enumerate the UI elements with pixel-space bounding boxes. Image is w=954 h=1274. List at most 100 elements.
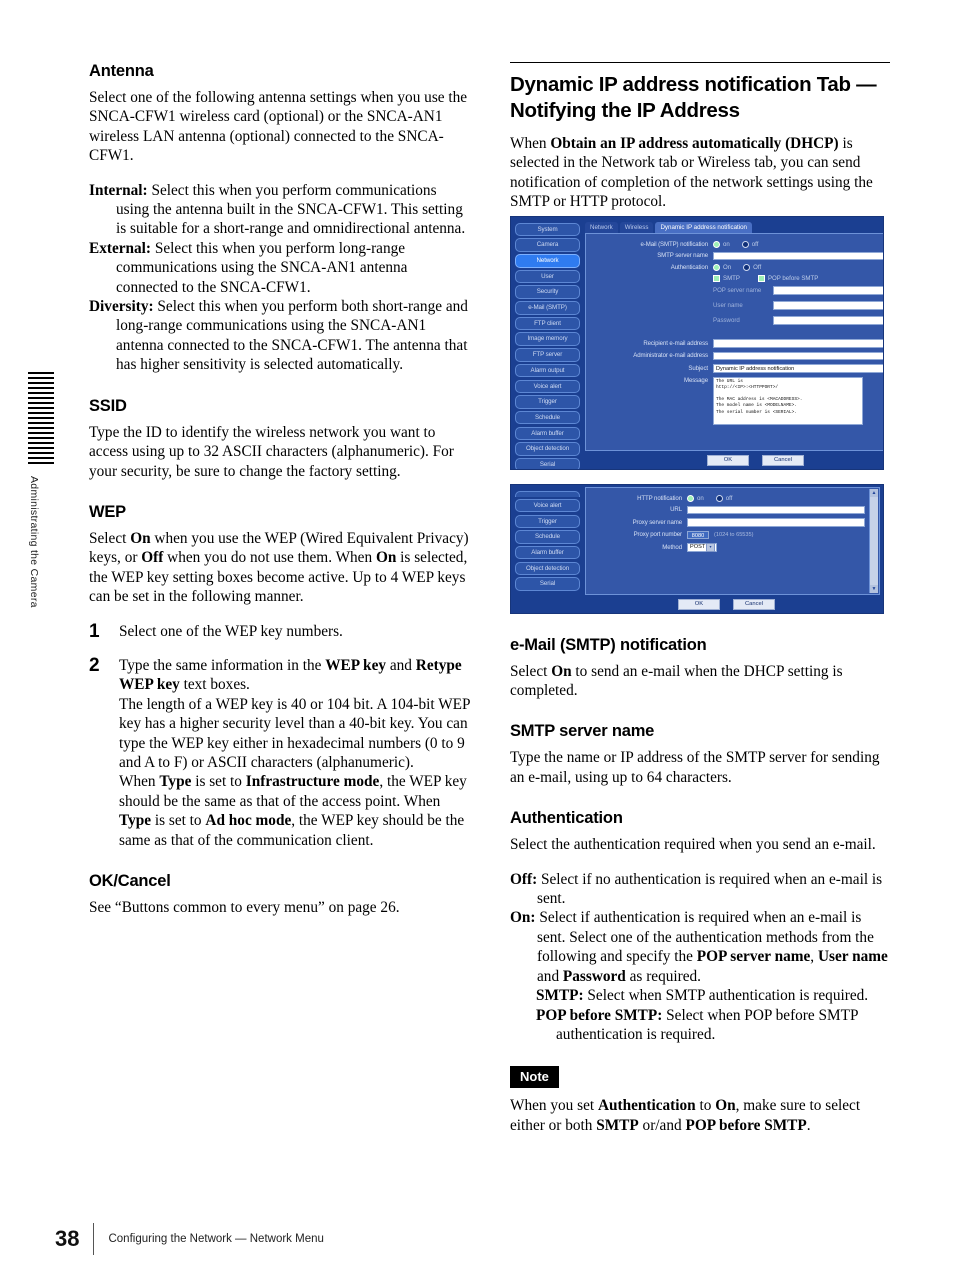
screenshot-smtp-notification: System Camera Network User Security e-Ma… (510, 215, 884, 470)
radio-dot-icon (713, 240, 720, 248)
sidebar-item-security[interactable]: Security (515, 285, 580, 299)
ok-button[interactable]: OK (678, 598, 720, 610)
antenna-text-external: Select this when you perform long-range … (116, 239, 408, 296)
input-administrator-email[interactable] (713, 351, 883, 361)
input-user-name[interactable] (773, 301, 883, 310)
checkbox-pop-before-smtp[interactable]: POP before SMTP (757, 275, 818, 283)
auth-on-b1: POP server name (696, 948, 811, 966)
antenna-text-internal: Select this when you perform communicati… (116, 181, 466, 238)
panel-scrollbar[interactable]: ▲ ▼ (869, 488, 878, 593)
heading-authentication: Authentication (510, 809, 623, 828)
radio-email-notification-off[interactable]: off (741, 240, 758, 248)
input-recipient-email[interactable] (713, 339, 883, 348)
intro-b1: Obtain an IP address automatically (DHCP… (550, 135, 839, 152)
auth-item-on: On: Select if authentication is required… (510, 908, 890, 986)
checkbox-smtp[interactable]: SMTP (713, 275, 740, 283)
sidebar-item-alarm-buffer[interactable]: Alarm buffer (515, 545, 580, 560)
page-footer: 38 Configuring the Network — Network Men… (55, 1222, 324, 1256)
cancel-button[interactable]: Cancel (733, 598, 775, 610)
tab-wireless[interactable]: Wireless (619, 221, 654, 233)
sidebar-item-trigger[interactable]: Trigger (515, 395, 580, 409)
input-pop-server-name[interactable] (773, 286, 883, 295)
row-method: Method POST ▾ (590, 543, 865, 552)
wep-step-2: 2 Type the same information in the WEP k… (89, 656, 471, 850)
select-method[interactable]: POST ▾ (687, 543, 717, 552)
radio-http-notification-on[interactable]: on (687, 494, 704, 502)
cancel-button[interactable]: Cancel (762, 454, 804, 466)
sidebar-item-clipped[interactable] (515, 490, 580, 497)
radio-dot-icon (715, 494, 723, 502)
row-smtp-server-name: SMTP server name (590, 251, 883, 261)
input-smtp-server-name[interactable] (713, 251, 883, 261)
smtp-shot-main: Network Wireless Dynamic IP address noti… (583, 217, 883, 469)
sidebar-item-ftp-client[interactable]: FTP client (515, 316, 580, 331)
http-shot-sidebar: Voice alert Trigger Schedule Alarm buffe… (511, 485, 583, 613)
row-email-notification: e-Mail (SMTP) notification on off (590, 240, 883, 248)
sidebar-item-camera[interactable]: Camera (515, 238, 580, 252)
radio-email-notification-on[interactable]: on (713, 240, 730, 248)
tab-dynamic-ip-address-notification[interactable]: Dynamic IP address notification (655, 221, 752, 233)
sidebar-item-ftp-server[interactable]: FTP server (515, 348, 580, 362)
sidebar-item-voice-alert[interactable]: Voice alert (515, 498, 580, 513)
input-password[interactable] (773, 316, 883, 325)
input-proxy-port-number[interactable]: 8080 (687, 530, 709, 540)
sidebar-item-serial[interactable]: Serial (515, 577, 580, 591)
radio-authentication-off[interactable]: Off (743, 264, 761, 272)
auth-term-on: On: (510, 909, 536, 927)
sidebar-item-schedule[interactable]: Schedule (515, 530, 580, 544)
tab-network[interactable]: Network (585, 221, 618, 233)
step2-t3: text boxes. (179, 676, 250, 694)
chapter-intro: When Obtain an IP address automatically … (510, 134, 890, 212)
sidebar-item-system[interactable]: System (515, 222, 580, 237)
sidebar-item-alarm-output[interactable]: Alarm output (515, 363, 580, 378)
smtp-server-body: Type the name or IP address of the SMTP … (510, 749, 880, 786)
screenshot-http-notification: Voice alert Trigger Schedule Alarm buffe… (510, 483, 884, 614)
sidebar-item-object-detection[interactable]: Object detection (515, 442, 580, 456)
scroll-up-icon[interactable]: ▲ (870, 488, 878, 497)
radio-authentication-on[interactable]: On (713, 264, 732, 272)
auth-term-smtp: SMTP: (536, 987, 584, 1005)
running-head: Configuring the Network — Network Menu (108, 1233, 324, 1245)
chevron-down-icon[interactable]: ▾ (706, 543, 715, 552)
sidebar-item-serial[interactable]: Serial (515, 457, 580, 469)
step-text: Type the same information in the WEP key… (119, 656, 471, 850)
radio-dot-icon (713, 264, 720, 272)
antenna-text-diversity: Select this when you perform both short-… (116, 298, 468, 374)
sidebar-item-object-detection[interactable]: Object detection (515, 561, 580, 576)
sidebar-item-alarm-buffer[interactable]: Alarm buffer (515, 426, 580, 441)
sidebar-item-image-memory[interactable]: Image memory (515, 332, 580, 346)
heading-ok-cancel: OK/Cancel (89, 872, 171, 890)
step2-t5: is set to (191, 773, 246, 791)
ok-button[interactable]: OK (707, 454, 749, 466)
label-password: Password (713, 316, 740, 324)
input-subject[interactable]: Dynamic IP address notification (713, 364, 883, 373)
input-proxy-server-name[interactable] (687, 518, 865, 527)
scroll-down-icon[interactable]: ▼ (870, 584, 878, 593)
radio-http-notification-off[interactable]: off (715, 494, 732, 502)
row-password: Password (590, 316, 883, 327)
radio-label: On (723, 264, 732, 272)
sidebar-item-trigger[interactable]: Trigger (515, 514, 580, 528)
radio-dot-icon (687, 494, 694, 502)
subrow-password: Password (713, 316, 883, 325)
email-b1: On (551, 662, 572, 680)
smtp-shot-buttonbar: OK Cancel (585, 451, 883, 469)
sidebar-item-user[interactable]: User (515, 269, 580, 284)
sidebar-item-email-smtp[interactable]: e-Mail (SMTP) (515, 301, 580, 315)
textarea-message[interactable]: The URL is http://<IP>:<HTTPPORT>/ The M… (713, 376, 863, 425)
radio-dot-icon (743, 264, 751, 272)
smtp-shot-panel: ▲ ▼ e-Mail (SMTP) notification on off SM… (585, 232, 883, 451)
sidebar-item-network[interactable]: Network (515, 254, 580, 268)
input-url[interactable] (687, 505, 865, 515)
row-message: Message The URL is http://<IP>:<HTTPPORT… (590, 376, 883, 425)
label-authentication: Authentication (670, 264, 708, 272)
auth-item-smtp: SMTP: Select when SMTP authentication is… (510, 986, 890, 1005)
antenna-intro: Select one of the following antenna sett… (89, 89, 468, 165)
hint-proxy-port-range: (1024 to 65535) (714, 531, 754, 538)
row-user-name: User name (590, 301, 883, 312)
sidebar-item-schedule[interactable]: Schedule (515, 410, 580, 425)
label-url: URL (670, 506, 682, 514)
wep-body: Select On when you use the WEP (Wired Eq… (89, 529, 471, 607)
sidebar-item-voice-alert[interactable]: Voice alert (515, 379, 580, 393)
antenna-term-external: External: (89, 239, 152, 257)
